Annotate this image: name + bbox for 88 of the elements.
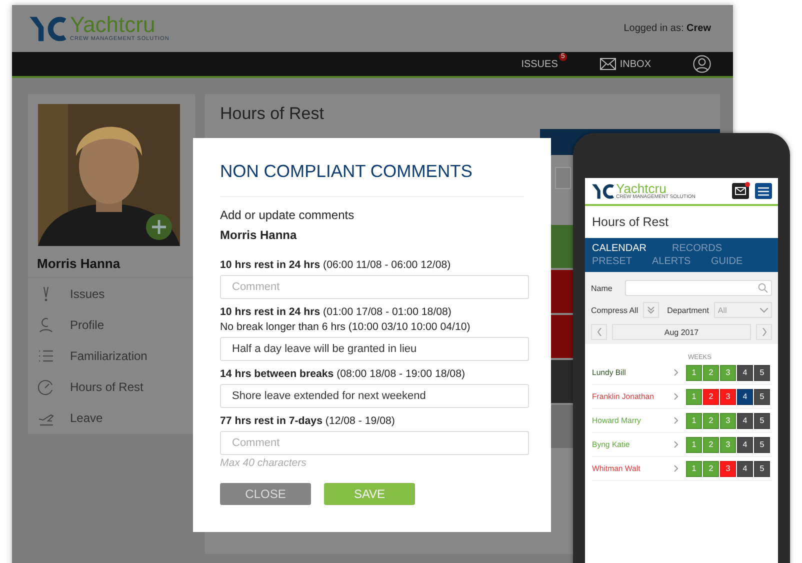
week-cell[interactable]: 3	[720, 460, 736, 476]
tab[interactable]: PRESET	[592, 256, 652, 267]
calendar-prev-button[interactable]	[555, 167, 571, 189]
comment-field[interactable]: Shore leave extended for next weekend	[220, 384, 529, 408]
week-cell[interactable]: 5	[754, 364, 770, 380]
tab[interactable]: CALENDAR	[592, 243, 672, 254]
user-name: Crew	[686, 23, 711, 34]
name-label: Name	[591, 284, 612, 292]
week-cell[interactable]: 2	[703, 412, 719, 428]
week-cell[interactable]: 2	[703, 460, 719, 476]
violation-text: 14 hrs between breaks (08:00 18/08 - 19:00 18/08)	[220, 367, 466, 382]
envelope-icon	[735, 187, 746, 195]
sidebar-item[interactable]: Leave	[28, 402, 195, 433]
inbox-button[interactable]	[732, 183, 749, 199]
logo-icon	[28, 14, 68, 42]
user-icon[interactable]	[693, 55, 711, 73]
previous-month-button[interactable]	[591, 324, 607, 340]
next-month-button[interactable]	[756, 324, 772, 340]
add-photo-button[interactable]	[146, 214, 172, 240]
dialog-title: NON COMPLIANT COMMENTS	[220, 161, 474, 182]
week-cell[interactable]: 5	[754, 388, 770, 404]
sidebar-item[interactable]: Hours of Rest	[28, 371, 195, 402]
week-cell[interactable]: 4	[737, 460, 753, 476]
week-cell[interactable]: 3	[720, 388, 736, 404]
page-title: Hours of Rest	[591, 214, 670, 231]
week-cell[interactable]: 4	[737, 388, 753, 404]
name-search-field[interactable]	[625, 280, 772, 296]
save-button[interactable]: SAVE	[324, 483, 415, 505]
violation-text: 77 hrs rest in 7-days (12/08 - 19/08)	[220, 414, 396, 429]
logo-name: Yachtcru	[70, 14, 156, 36]
menu-button[interactable]	[755, 183, 772, 199]
week-cell[interactable]: 5	[754, 460, 770, 476]
week-cell[interactable]: 4	[737, 412, 753, 428]
violation-text: 10 hrs rest in 24 hrs (01:00 17/08 - 01:00 18/08)	[220, 305, 452, 320]
chevron-icon	[674, 465, 678, 472]
week-cell[interactable]: 3	[720, 436, 736, 452]
week-cell[interactable]: 1	[686, 364, 702, 380]
department-select[interactable]: All	[714, 302, 772, 318]
violation-text: 10 hrs rest in 24 hrs (06:00 11/08 - 06:00 12/08)	[220, 258, 452, 273]
tab[interactable]: GUIDE	[711, 256, 761, 267]
week-cell[interactable]: 3	[720, 412, 736, 428]
login-label: Logged in as:	[624, 23, 684, 34]
clock-icon	[38, 378, 54, 394]
chevron-down-icon	[760, 308, 768, 312]
page-title: Hours of Rest	[219, 103, 325, 125]
envelope-icon	[600, 58, 616, 70]
week-cell[interactable]: 1	[686, 388, 702, 404]
week-cell[interactable]: 5	[754, 412, 770, 428]
close-button[interactable]: CLOSE	[220, 483, 311, 505]
inbox-link[interactable]: INBOX	[600, 58, 651, 70]
week-cell[interactable]: 4	[737, 364, 753, 380]
search-icon	[758, 283, 768, 293]
sidebar-item[interactable]: Profile	[28, 309, 195, 340]
chevron-icon	[674, 369, 678, 376]
chevron-icon	[674, 393, 678, 400]
department-label: Department	[667, 306, 709, 314]
week-cell[interactable]: 2	[703, 364, 719, 380]
dialog-subtitle: Add or update comments	[220, 208, 356, 222]
week-cell[interactable]: 2	[703, 436, 719, 452]
week-cell[interactable]: 1	[686, 412, 702, 428]
chevron-icon	[674, 417, 678, 424]
chevron-left-icon	[596, 328, 602, 336]
week-cell[interactable]: 2	[703, 388, 719, 404]
compress-button[interactable]	[643, 302, 660, 318]
week-cell[interactable]: 4	[737, 436, 753, 452]
chevron-icon	[674, 441, 678, 448]
comment-field[interactable]: Comment	[220, 431, 529, 455]
week-cell[interactable]: 3	[720, 364, 736, 380]
week-cell[interactable]: 1	[686, 460, 702, 476]
week-cell[interactable]: 5	[754, 436, 770, 452]
week-cell[interactable]: 1	[686, 436, 702, 452]
month-selector[interactable]: Aug 2017	[612, 324, 751, 340]
chevron-right-icon	[762, 328, 766, 336]
compress-label: Compress All	[591, 306, 638, 314]
sidebar-item[interactable]: Issues	[28, 278, 195, 309]
logo-icon	[591, 182, 615, 200]
person-icon	[38, 316, 54, 332]
hint-text: Max 40 characters	[220, 457, 308, 469]
sidebar-item[interactable]: Familiarization	[28, 340, 195, 371]
tab[interactable]: ALERTS	[652, 256, 711, 267]
list-icon	[38, 348, 54, 364]
comment-field[interactable]: Comment	[220, 275, 529, 299]
tab[interactable]: RECORDS	[672, 243, 762, 254]
crew-name: Morris Hanna	[220, 228, 298, 242]
logo-name: Yachtcru	[616, 182, 666, 195]
comment-field[interactable]: Half a day leave will be granted in lieu	[220, 337, 529, 361]
violation-text: No break longer than 6 hrs (10:00 03/10 10:00 04/10)	[220, 320, 472, 335]
double-chevron-icon	[647, 306, 656, 314]
